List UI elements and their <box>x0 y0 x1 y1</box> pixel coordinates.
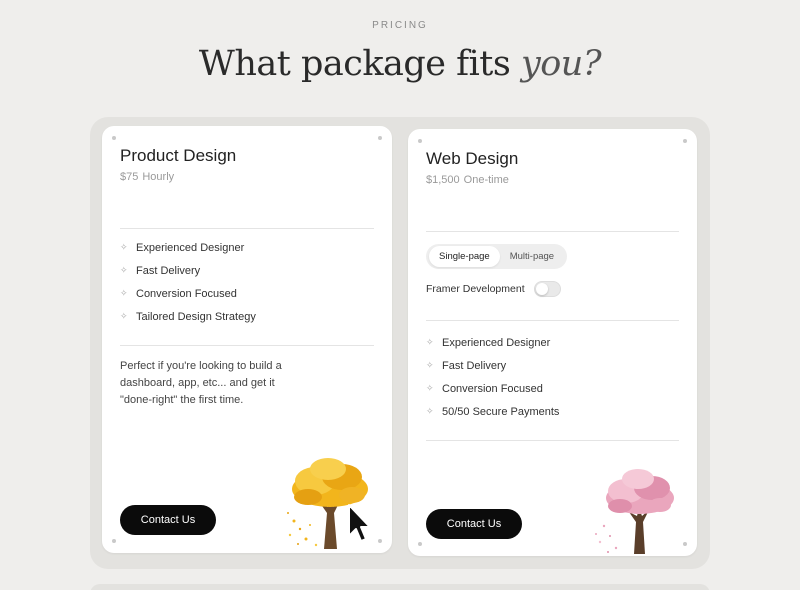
list-item: ✧ Conversion Focused <box>426 377 559 400</box>
divider <box>120 228 374 229</box>
feature-label: Experienced Designer <box>442 336 551 349</box>
corner-dot <box>378 136 382 140</box>
divider <box>426 440 679 441</box>
pricing-card-web-design: Web Design $1,500 One-time Single-page Mu… <box>408 129 697 556</box>
card-title: Web Design <box>426 149 519 168</box>
feature-label: Conversion Focused <box>136 287 237 300</box>
corner-dot <box>112 539 116 543</box>
sparkle-icon: ✧ <box>120 242 128 252</box>
list-item: ✧ 50/50 Secure Payments <box>426 400 559 423</box>
title-emphasis: you? <box>520 44 602 84</box>
feature-label: Conversion Focused <box>442 382 543 395</box>
feature-list: ✧ Experienced Designer ✧ Fast Delivery ✧ Co… <box>120 236 256 328</box>
divider <box>426 320 679 321</box>
feature-label: Tailored Design Strategy <box>136 310 256 323</box>
sparkle-icon: ✧ <box>120 265 128 275</box>
divider <box>426 231 679 232</box>
framer-development-toggle[interactable] <box>533 281 561 297</box>
price-unit: Hourly <box>142 171 175 183</box>
list-item: ✧ Conversion Focused <box>120 282 256 305</box>
corner-dot <box>418 542 422 546</box>
list-item: ✧ Fast Delivery <box>426 354 559 377</box>
contact-us-button[interactable]: Contact Us <box>426 509 522 539</box>
title-main: What package fits <box>198 44 521 84</box>
list-item: ✧ Tailored Design Strategy <box>120 305 256 328</box>
contact-us-button[interactable]: Contact Us <box>120 505 216 535</box>
price-amount: $75 <box>120 171 139 183</box>
page-type-segmented-control: Single-page Multi-page <box>426 244 568 269</box>
toggle-knob <box>535 283 548 295</box>
sparkle-icon: ✧ <box>120 288 128 298</box>
toggle-label: Framer Development <box>426 283 525 295</box>
card-price: $1,500 One-time <box>426 174 509 186</box>
cursor-icon <box>348 504 371 542</box>
corner-dot <box>112 136 116 140</box>
feature-label: Experienced Designer <box>136 241 245 254</box>
next-section-tray <box>90 584 710 590</box>
corner-dot <box>418 139 422 143</box>
feature-label: Fast Delivery <box>442 359 507 372</box>
sparkle-icon: ✧ <box>426 360 434 370</box>
list-item: ✧ Experienced Designer <box>120 236 256 259</box>
sparkle-icon: ✧ <box>426 406 434 416</box>
sparkle-icon: ✧ <box>426 383 434 393</box>
feature-list: ✧ Experienced Designer ✧ Fast Delivery ✧ Co… <box>426 331 559 423</box>
list-item: ✧ Fast Delivery <box>120 259 256 282</box>
corner-dot <box>683 139 687 143</box>
feature-label: 50/50 Secure Payments <box>442 405 560 418</box>
card-title: Product Design <box>120 146 237 165</box>
framer-development-row: Framer Development <box>426 281 561 297</box>
segment-multi-page[interactable]: Multi-page <box>500 246 564 267</box>
divider <box>120 345 374 346</box>
pricing-card-product-design: Product Design $75 Hourly ✧ Experienced De… <box>102 126 392 553</box>
page-title: What package fits you? <box>0 44 800 84</box>
price-unit: One-time <box>463 174 509 186</box>
price-amount: $1,500 <box>426 174 460 186</box>
list-item: ✧ Experienced Designer <box>426 331 559 354</box>
pink-tree-illustration <box>595 469 674 554</box>
card-description: Perfect if you're looking to build a das… <box>120 360 282 406</box>
segment-single-page[interactable]: Single-page <box>429 246 500 267</box>
card-price: $75 Hourly <box>120 171 174 183</box>
sparkle-icon: ✧ <box>426 337 434 347</box>
feature-label: Fast Delivery <box>136 264 201 277</box>
section-eyebrow: PRICING <box>372 20 428 31</box>
sparkle-icon: ✧ <box>120 311 128 321</box>
